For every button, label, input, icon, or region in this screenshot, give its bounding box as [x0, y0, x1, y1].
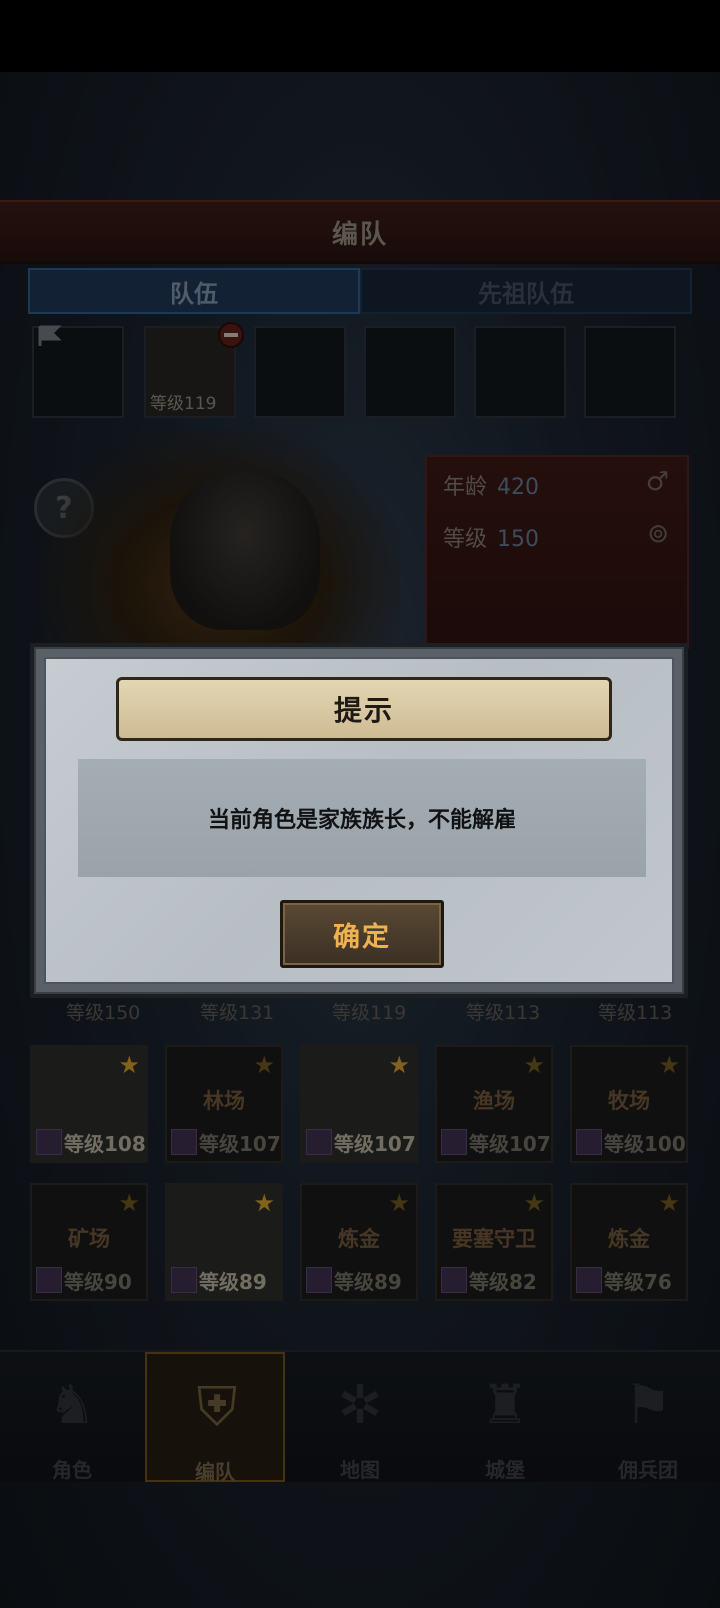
dialog-message: 当前角色是家族族长，不能解雇 — [207, 808, 516, 833]
dialog-title-text: 提示 — [333, 694, 394, 727]
alert-dialog: 提示 当前角色是家族族长，不能解雇 确定 — [30, 643, 688, 998]
status-bar — [0, 0, 720, 72]
confirm-button[interactable]: 确定 — [280, 900, 444, 968]
confirm-button-label: 确定 — [333, 921, 391, 953]
dialog-message-box: 当前角色是家族族长，不能解雇 — [78, 759, 646, 877]
dialog-title: 提示 — [116, 677, 612, 741]
